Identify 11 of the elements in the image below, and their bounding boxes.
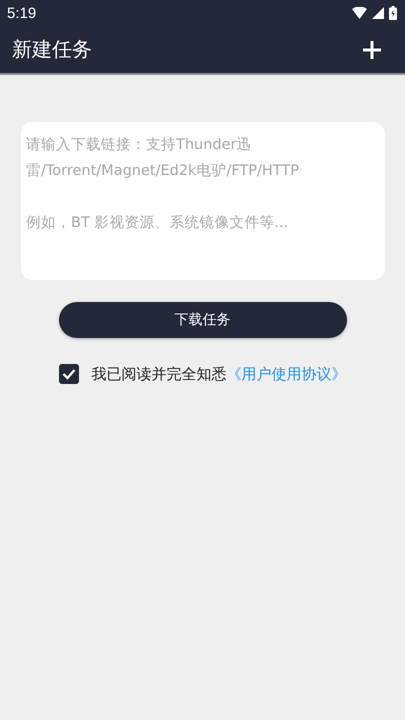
status-time: 5:19 [7, 4, 36, 22]
signal-icon [372, 7, 384, 19]
wifi-icon [352, 7, 367, 19]
add-icon[interactable] [362, 40, 382, 60]
checkmark-icon [62, 368, 76, 380]
agreement-checkbox[interactable] [58, 364, 78, 384]
link-input-field[interactable]: 请输入下载链接：支持Thunder迅雷/Torrent/Magnet/Ed2k电驴/FTP/HTTP 例如，BT 影视资源、系统镜像文件等... [21, 122, 385, 280]
battery-icon [389, 6, 397, 20]
page-title: 新建任务 [12, 36, 92, 63]
agreement-text: 我已阅读并完全知悉 [92, 364, 226, 382]
download-task-button[interactable]: 下载任务 [58, 302, 346, 338]
